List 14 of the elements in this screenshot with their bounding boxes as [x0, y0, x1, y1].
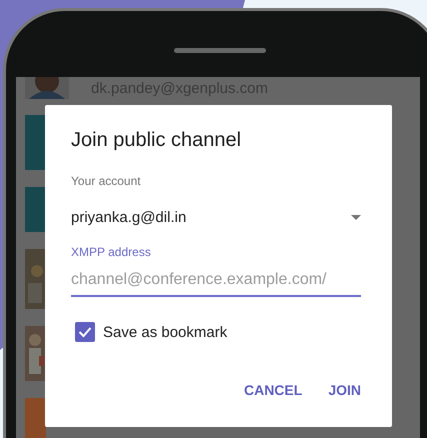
address-input[interactable]: channel@conference.example.com/: [71, 267, 361, 297]
checkmark-icon: [78, 326, 92, 338]
join-button[interactable]: JOIN: [320, 378, 361, 402]
address-label: XMPP address: [71, 245, 152, 259]
channel-tile: [25, 398, 46, 438]
dialog-title: Join public channel: [71, 129, 242, 152]
bookmark-label: Save as bookmark: [103, 324, 228, 340]
account-dropdown[interactable]: priyanka.g@dil.in: [71, 209, 361, 226]
account-label: Your account: [71, 174, 142, 188]
bookmark-checkbox[interactable]: [75, 322, 95, 342]
caret-icon: [351, 215, 361, 220]
channel-tile: [25, 115, 46, 170]
cancel-button[interactable]: CANCEL: [236, 378, 302, 402]
channel-tile: [25, 187, 46, 232]
